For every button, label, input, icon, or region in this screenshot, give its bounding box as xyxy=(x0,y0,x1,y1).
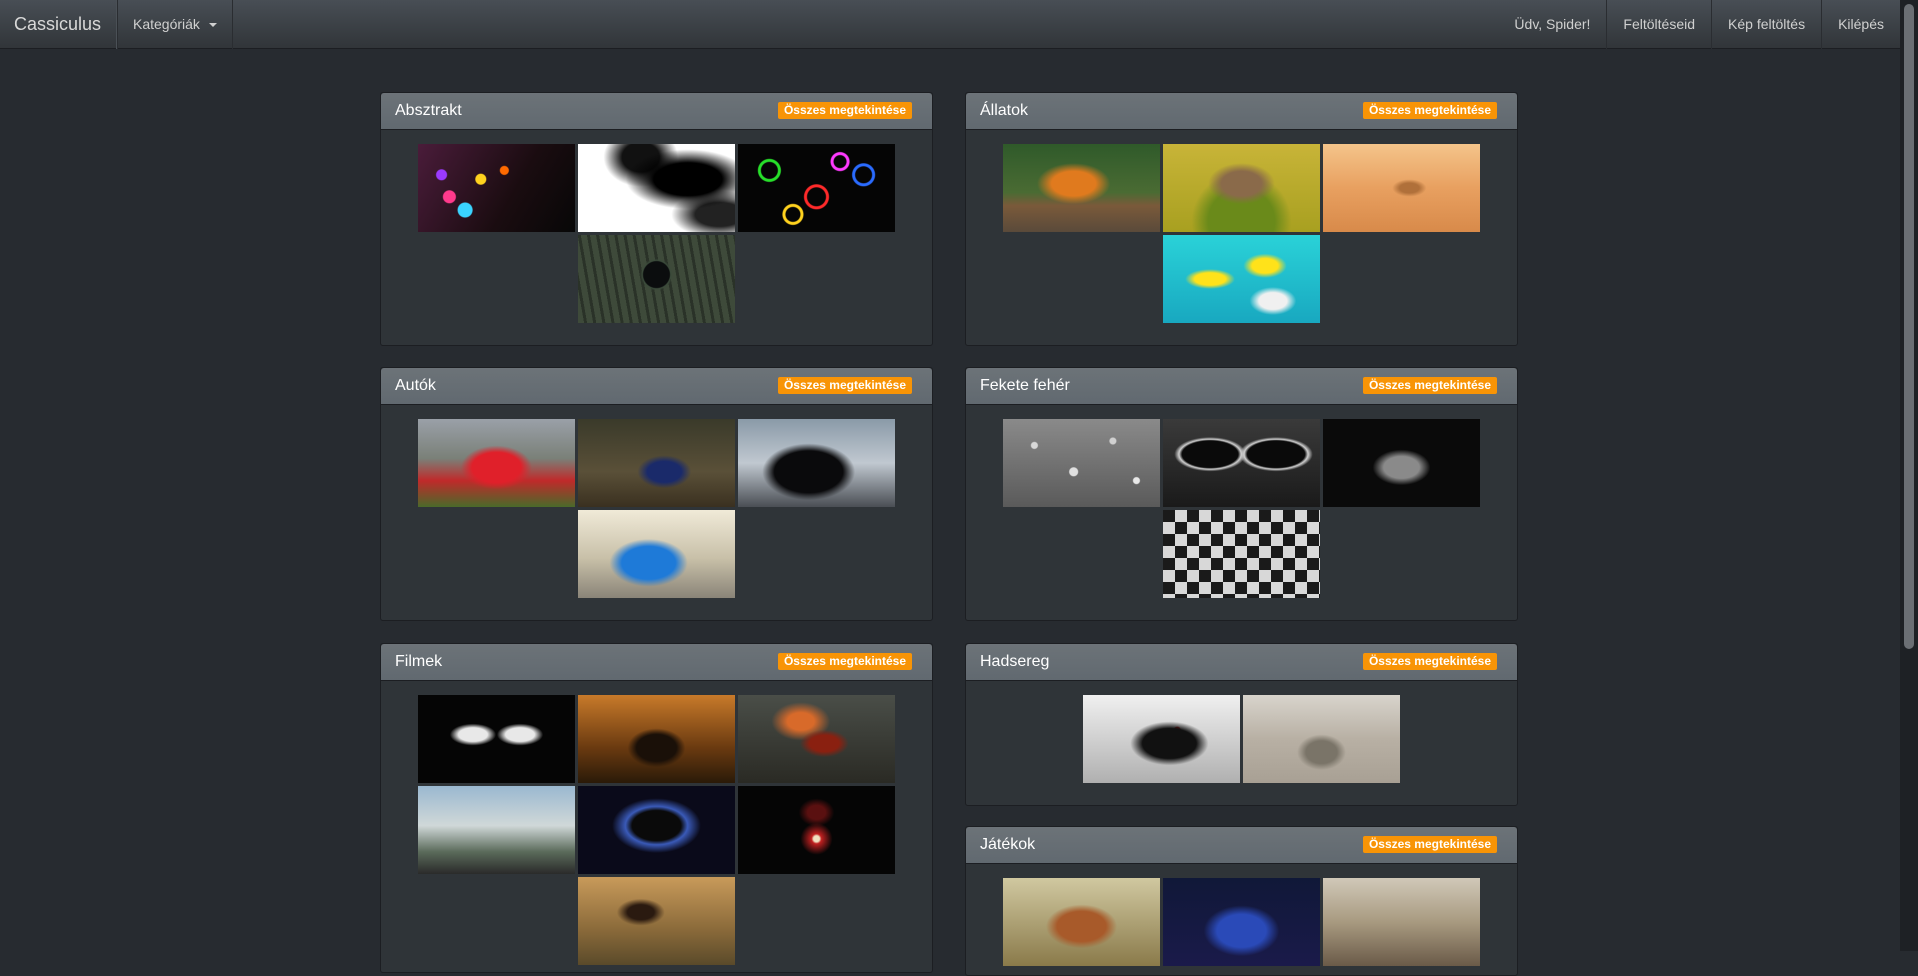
thumbnail-sniper[interactable] xyxy=(1083,695,1240,783)
thumbnail-water-drops[interactable] xyxy=(1003,419,1160,507)
panel-title: Autók xyxy=(395,377,436,394)
panel-heading: Filmek Összes megtekintése xyxy=(381,644,932,681)
page-scrollbar[interactable] xyxy=(1900,0,1918,951)
category-panel-fekete-feher: Fekete fehér Összes megtekintése xyxy=(965,367,1518,621)
my-uploads-link[interactable]: Feltöltéseid xyxy=(1606,0,1711,49)
view-all-button[interactable]: Összes megtekintése xyxy=(777,377,912,394)
view-all-button[interactable]: Összes megtekintése xyxy=(777,102,912,119)
thumbnail-red-camaro[interactable] xyxy=(418,419,575,507)
thumbnail-desert-fox[interactable] xyxy=(1323,144,1480,232)
logout-link[interactable]: Kilépés xyxy=(1821,0,1900,49)
thumbnail-oblivion[interactable] xyxy=(418,786,575,874)
panel-heading: Állatok Összes megtekintése xyxy=(966,93,1517,130)
image-grid xyxy=(1002,878,1482,966)
panel-title: Filmek xyxy=(395,653,443,670)
view-all-button[interactable]: Összes megtekintése xyxy=(1362,102,1497,119)
image-grid xyxy=(417,419,897,598)
panel-heading: Hadsereg Összes megtekintése xyxy=(966,644,1517,681)
panel-heading: Absztrakt Összes megtekintése xyxy=(381,93,932,130)
category-panel-filmek: Filmek Összes megtekintése xyxy=(380,643,933,973)
thumbnail-warcraft-orc[interactable] xyxy=(1003,878,1160,966)
thumbnail-blue-subaru[interactable] xyxy=(578,419,735,507)
thumbnail-blue-ford-focus[interactable] xyxy=(578,510,735,598)
panel-heading: Játékok Összes megtekintése xyxy=(966,827,1517,864)
thumbnail-tiger[interactable] xyxy=(1003,144,1160,232)
image-grid xyxy=(1002,144,1482,323)
thumbnail-colorful-dots[interactable] xyxy=(418,144,575,232)
thumbnail-chess-pieces[interactable] xyxy=(1163,510,1320,598)
view-all-button[interactable]: Összes megtekintése xyxy=(1362,653,1497,670)
view-all-button[interactable]: Összes megtekintése xyxy=(1362,377,1497,394)
thumbnail-iron-man-fire[interactable] xyxy=(738,695,895,783)
panel-title: Fekete fehér xyxy=(980,377,1070,394)
panel-heading: Autók Összes megtekintése xyxy=(381,368,932,405)
category-panel-absztrakt: Absztrakt Összes megtekintése xyxy=(380,92,933,346)
view-all-button[interactable]: Összes megtekintése xyxy=(1362,836,1497,853)
upload-image-link[interactable]: Kép feltöltés xyxy=(1711,0,1821,49)
thumbnail-owl[interactable] xyxy=(1163,144,1320,232)
category-panel-allatok: Állatok Összes megtekintése xyxy=(965,92,1518,346)
categories-dropdown[interactable]: Kategóriák xyxy=(116,0,233,49)
thumbnail-horned-skull[interactable] xyxy=(1323,419,1480,507)
thumbnail-ink-smoke[interactable] xyxy=(578,144,735,232)
category-panel-jatekok: Játékok Összes megtekintése xyxy=(965,826,1518,976)
panel-heading: Fekete fehér Összes megtekintése xyxy=(966,368,1517,405)
panel-title: Hadsereg xyxy=(980,653,1050,670)
scrollbar-thumb[interactable] xyxy=(1904,4,1914,649)
thumbnail-batman[interactable] xyxy=(578,695,735,783)
panel-title: Állatok xyxy=(980,102,1029,119)
thumbnail-rocky-canyon[interactable] xyxy=(1323,878,1480,966)
categories-label: Kategóriák xyxy=(133,16,200,32)
category-panel-autok: Autók Összes megtekintése xyxy=(380,367,933,621)
image-grid xyxy=(1002,419,1482,598)
thumbnail-iron-man-dark[interactable] xyxy=(738,786,895,874)
thumbnail-glass-sphere[interactable] xyxy=(578,235,735,323)
thumbnail-pulp-fiction[interactable] xyxy=(418,695,575,783)
panel-title: Játékok xyxy=(980,836,1036,853)
thumbnail-neon-rings[interactable] xyxy=(738,144,895,232)
image-grid xyxy=(417,144,897,323)
thumbnail-fantasy-blue[interactable] xyxy=(1163,878,1320,966)
category-panel-hadsereg: Hadsereg Összes megtekintése xyxy=(965,643,1518,806)
caret-down-icon xyxy=(208,23,217,28)
thumbnail-tropical-fish[interactable] xyxy=(1163,235,1320,323)
greeting-link[interactable]: Üdv, Spider! xyxy=(1498,0,1606,49)
thumbnail-sunglasses[interactable] xyxy=(1163,419,1320,507)
image-grid xyxy=(417,695,897,965)
top-navbar: Cassiculus Kategóriák Üdv, Spider! Feltö… xyxy=(0,0,1900,49)
thumbnail-dragon-castle[interactable] xyxy=(578,877,735,965)
thumbnail-soldiers-desert[interactable] xyxy=(1243,695,1400,783)
brand-link[interactable]: Cassiculus xyxy=(0,0,119,49)
thumbnail-darth-vader[interactable] xyxy=(578,786,735,874)
image-grid xyxy=(1002,695,1482,783)
thumbnail-black-bmw[interactable] xyxy=(738,419,895,507)
panel-title: Absztrakt xyxy=(395,102,462,119)
user-nav: Üdv, Spider! Feltöltéseid Kép feltöltés … xyxy=(1498,0,1900,49)
view-all-button[interactable]: Összes megtekintése xyxy=(777,653,912,670)
